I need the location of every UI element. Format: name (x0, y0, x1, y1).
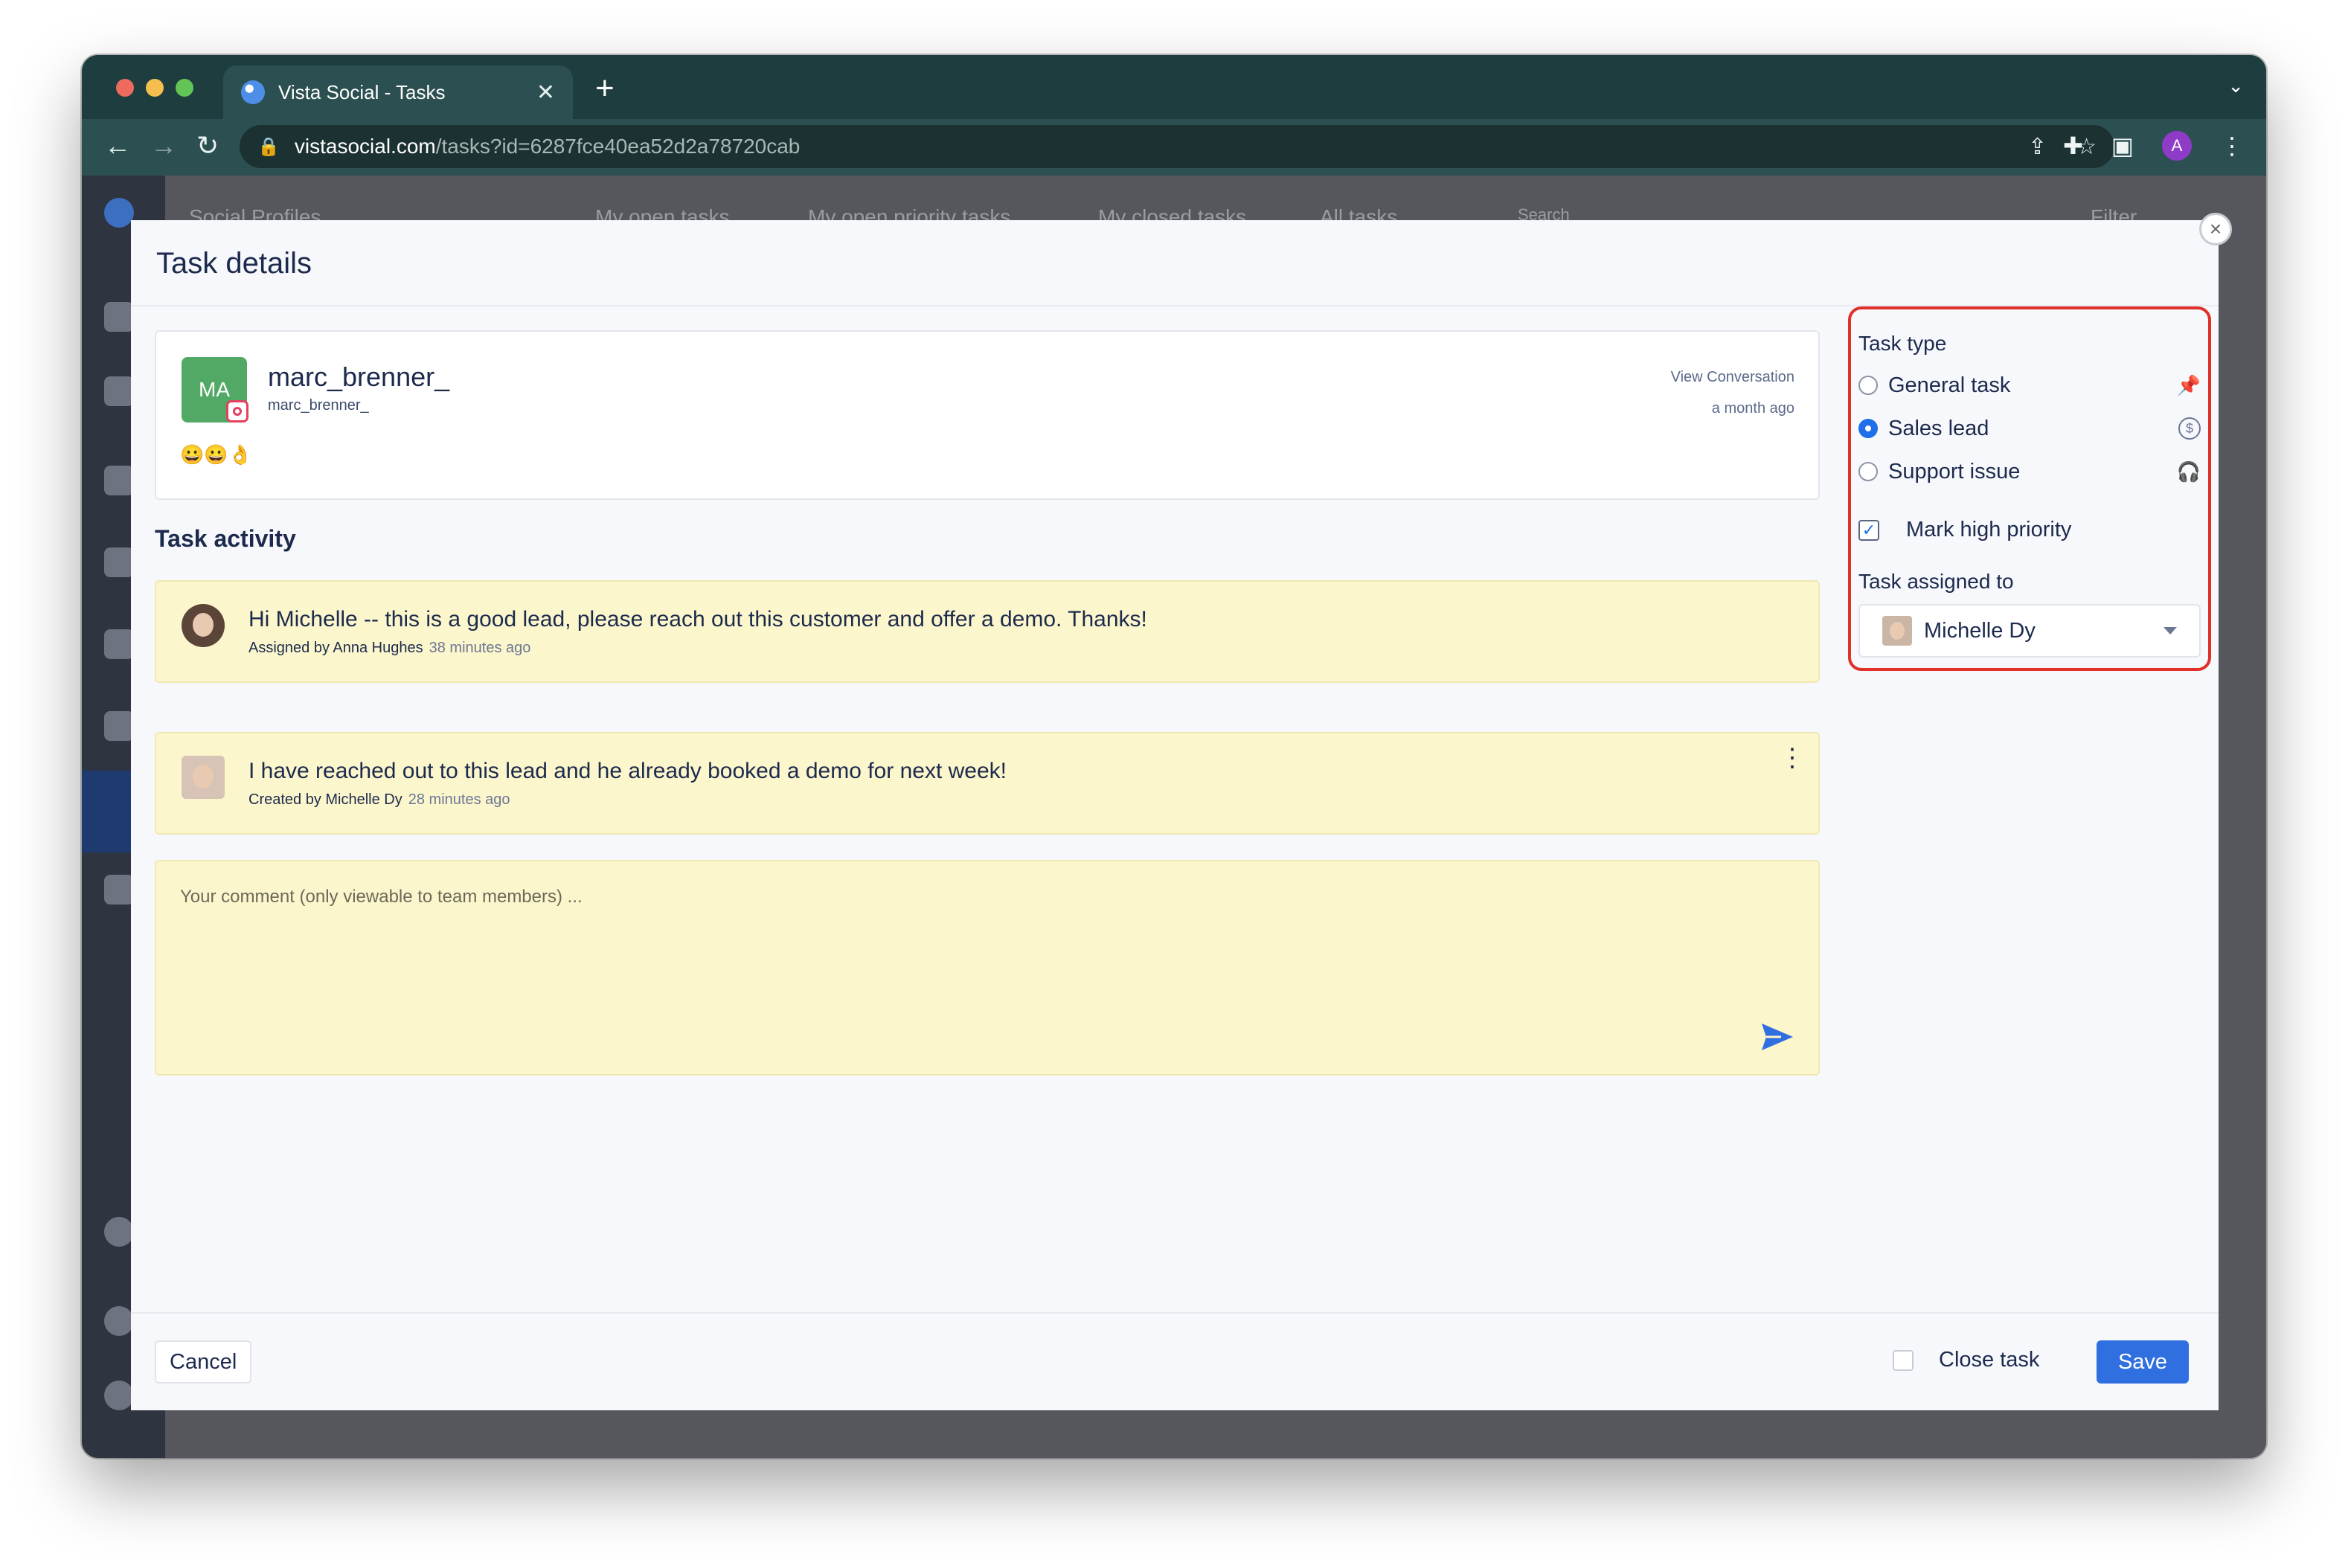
share-icon[interactable]: ⇪ (2028, 134, 2047, 160)
task-assigned-label: Task assigned to (1858, 570, 2014, 593)
profile-avatar[interactable]: A (2162, 131, 2192, 161)
url-host: vistasocial.com (294, 135, 436, 158)
add-icon[interactable] (104, 1217, 134, 1247)
publish-icon[interactable] (104, 376, 134, 406)
comment-meta: Created by Michelle Dy 28 minutes ago (248, 791, 510, 809)
address-bar[interactable]: 🔒 vistasocial.com /tasks?id=6287fce40ea5… (240, 125, 2114, 168)
comment-box (155, 860, 1820, 1076)
close-task-toggle[interactable]: Close task (1893, 1348, 2039, 1372)
task-type-support-issue[interactable]: Support issue 🎧 (1858, 457, 2201, 486)
reports-icon[interactable] (104, 875, 134, 905)
radio-support-issue[interactable] (1858, 462, 1878, 481)
task-details-modal: Task details MA marc_brenner_ marc_brenn… (131, 220, 2219, 1410)
post-author-name: marc_brenner_ (268, 362, 450, 392)
close-task-checkbox[interactable] (1893, 1349, 1914, 1371)
chevron-down-icon (2163, 627, 2177, 634)
task-type-general[interactable]: General task 📌 (1858, 370, 2201, 400)
send-icon[interactable] (1760, 1022, 1794, 1052)
new-tab-button[interactable]: + (595, 70, 615, 107)
radio-label: Support issue (1888, 459, 2021, 483)
minimize-window-button[interactable] (146, 79, 164, 97)
pin-icon: 📌 (2176, 373, 2201, 396)
tab-strip: Vista Social - Tasks ✕ + ⌄ (82, 55, 2266, 119)
comment-author: Assigned by Anna Hughes (248, 640, 423, 656)
radio-sales-lead[interactable] (1858, 419, 1878, 438)
task-type-label: Task type (1858, 332, 1947, 355)
radio-general-task[interactable] (1858, 376, 1878, 395)
anna-hughes-avatar (182, 604, 225, 647)
home-icon[interactable] (104, 302, 134, 332)
comment-meta: Assigned by Anna Hughes 38 minutes ago (248, 640, 530, 657)
calendar-icon[interactable] (104, 466, 134, 495)
post-card: MA marc_brenner_ marc_brenner_ 😀😀👌 View … (155, 330, 1820, 500)
assignee-select[interactable]: Michelle Dy (1858, 604, 2201, 658)
modal-close-icon[interactable]: × (2199, 213, 2232, 245)
browser-tab[interactable]: Vista Social - Tasks ✕ (223, 65, 573, 119)
inbox-icon[interactable] (104, 547, 134, 577)
view-conversation-link[interactable]: View Conversation (1671, 369, 1794, 386)
side-panel-icon[interactable]: ▣ (2111, 132, 2134, 160)
high-priority-row[interactable]: ✓ Mark high priority (1858, 518, 2071, 542)
headset-icon: 🎧 (2176, 460, 2201, 483)
browser-menu-icon[interactable]: ⋮ (2220, 132, 2244, 160)
comment-text: Hi Michelle -- this is a good lead, plea… (248, 607, 1147, 632)
tab-title: Vista Social - Tasks (278, 80, 446, 103)
high-priority-label: Mark high priority (1906, 518, 2072, 542)
post-author-handle: marc_brenner_ (268, 397, 369, 414)
tab-close-icon[interactable]: ✕ (536, 80, 555, 106)
help-icon[interactable] (104, 1306, 134, 1336)
tab-search-chevron-icon[interactable]: ⌄ (2227, 74, 2244, 97)
user-avatar[interactable] (104, 1381, 134, 1410)
listening-icon[interactable] (104, 629, 134, 659)
cancel-button[interactable]: Cancel (155, 1340, 252, 1384)
back-arrow-icon[interactable]: ← (104, 129, 131, 162)
save-button[interactable]: Save (2097, 1340, 2189, 1384)
modal-footer: Cancel Close task Save (131, 1312, 2219, 1410)
comment-author: Created by Michelle Dy (248, 791, 402, 808)
extensions-puzzle-icon[interactable]: ✚ (2063, 132, 2083, 160)
reload-icon[interactable]: ↻ (196, 129, 219, 162)
comment-text: I have reached out to this lead and he a… (248, 759, 1007, 783)
post-time: a month ago (1711, 400, 1794, 417)
lock-icon: 🔒 (257, 136, 280, 157)
assignee-name: Michelle Dy (1924, 618, 2036, 643)
engagement-icon[interactable] (104, 711, 134, 741)
instagram-icon (226, 400, 248, 422)
high-priority-checkbox[interactable]: ✓ (1858, 519, 1879, 541)
browser-toolbar: ← → ↻ 🔒 vistasocial.com /tasks?id=6287fc… (82, 119, 2266, 176)
close-window-button[interactable] (116, 79, 134, 97)
url-path: /tasks?id=6287fce40ea52d2a78720cab (435, 135, 801, 158)
modal-header: Task details (131, 220, 2219, 306)
post-content: 😀😀👌 (180, 443, 253, 466)
dollar-circle-icon: $ (2178, 417, 2201, 440)
modal-title: Task details (156, 247, 312, 280)
activity-comment: Hi Michelle -- this is a good lead, plea… (155, 580, 1820, 683)
activity-comment: I have reached out to this lead and he a… (155, 732, 1820, 835)
radio-label: General task (1888, 373, 2011, 397)
assignee-avatar (1882, 616, 1912, 646)
app-logo-icon (104, 198, 134, 228)
comment-more-options-icon[interactable]: ⋮ (1780, 745, 1805, 771)
comment-time: 38 minutes ago (429, 640, 531, 656)
comment-input[interactable] (156, 861, 1818, 1074)
maximize-window-button[interactable] (176, 79, 193, 97)
vista-social-favicon-icon (241, 80, 265, 104)
forward-arrow-icon[interactable]: → (150, 129, 177, 162)
michelle-dy-avatar (182, 756, 225, 799)
task-settings-panel: Task type General task 📌 Sales lead $ Su… (1848, 306, 2211, 671)
comment-time: 28 minutes ago (408, 791, 510, 808)
task-type-sales-lead[interactable]: Sales lead $ (1858, 414, 2201, 443)
task-activity-title: Task activity (155, 525, 296, 552)
radio-label: Sales lead (1888, 416, 1989, 440)
close-task-label: Close task (1939, 1348, 2040, 1372)
